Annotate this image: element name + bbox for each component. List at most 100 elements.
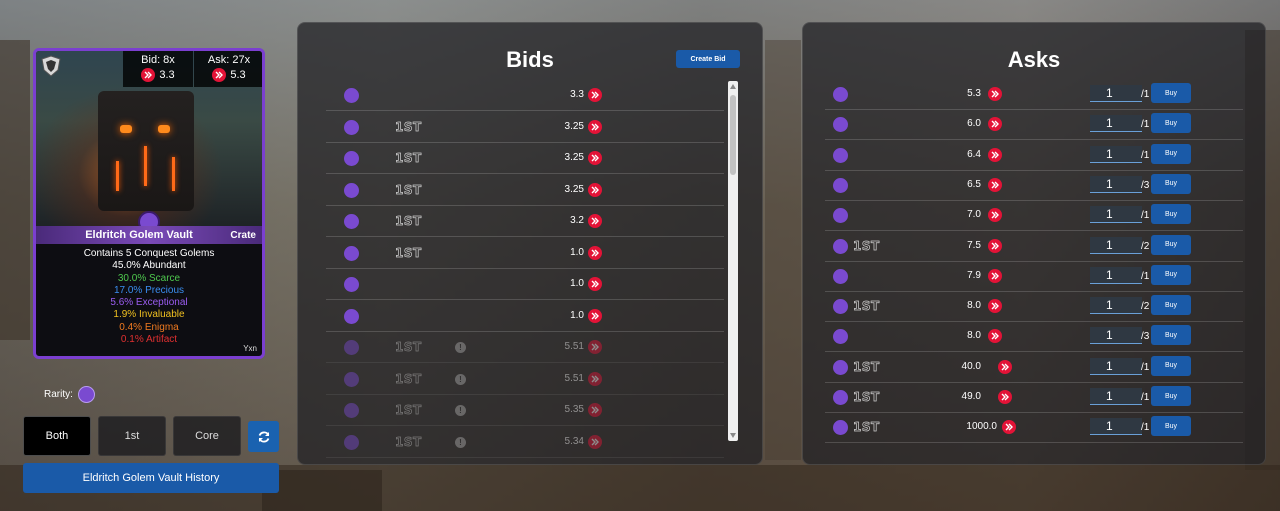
buy-button[interactable]: Buy bbox=[1151, 355, 1191, 376]
ask-row: 7.9 1/1 Buy bbox=[825, 261, 1243, 292]
bid-price: 5.51 bbox=[564, 372, 584, 384]
info-icon[interactable]: ! bbox=[455, 436, 466, 448]
odds-line: 0.1% Artifact bbox=[120, 334, 178, 346]
bid-price: 5.34 bbox=[564, 435, 584, 447]
quantity-available: /1 bbox=[1141, 119, 1150, 131]
bid-row[interactable]: 1.0 bbox=[326, 301, 724, 332]
quantity-input[interactable]: 1 bbox=[1090, 266, 1142, 284]
bid-row[interactable]: 1ST 3.25 bbox=[326, 112, 724, 143]
bid-row[interactable]: 1ST! 5.34 bbox=[326, 427, 724, 458]
bids-scrollbar[interactable] bbox=[728, 81, 738, 441]
rarity-dot bbox=[344, 308, 359, 324]
quantity-input[interactable]: 1 bbox=[1090, 357, 1142, 375]
hive-icon bbox=[588, 119, 602, 134]
buy-button[interactable]: Buy bbox=[1151, 386, 1191, 406]
bid-price: 3.25 bbox=[564, 152, 584, 163]
odds-line: 1.9% Invaluable bbox=[113, 309, 185, 321]
rarity-label: Rarity: bbox=[44, 389, 73, 400]
edition-badge: 1ST bbox=[395, 151, 422, 166]
quantity-input[interactable]: 1 bbox=[1090, 327, 1142, 345]
quantity-available: /3 bbox=[1141, 179, 1150, 191]
rarity-dot bbox=[833, 420, 848, 436]
buy-button[interactable]: Buy bbox=[1151, 295, 1191, 316]
quantity-input[interactable]: 1 bbox=[1090, 206, 1142, 224]
bid-row[interactable]: 1.0 bbox=[326, 269, 724, 300]
bid-row[interactable]: 1ST! 5.35 bbox=[326, 395, 724, 426]
bid-row[interactable]: 1ST 1.0 bbox=[326, 238, 724, 269]
edition-badge: 1ST bbox=[853, 299, 880, 314]
buy-button[interactable]: Buy bbox=[1151, 264, 1191, 285]
bid-count: Bid: 8x bbox=[141, 54, 175, 66]
quantity-input[interactable]: 1 bbox=[1090, 418, 1142, 436]
hive-icon bbox=[988, 208, 1002, 223]
buy-button[interactable]: Buy bbox=[1151, 83, 1191, 103]
bid-row[interactable]: 1ST 3.25 bbox=[326, 175, 724, 206]
ask-count: Ask: 27x bbox=[207, 54, 251, 66]
bid-row[interactable]: 1ST! 5.51 bbox=[326, 364, 724, 395]
bid-row[interactable]: 3.3 bbox=[326, 80, 724, 111]
quantity-input[interactable]: 1 bbox=[1090, 115, 1142, 133]
quantity-input[interactable]: 1 bbox=[1090, 297, 1142, 315]
rarity-dot bbox=[833, 147, 848, 163]
quantity-input[interactable]: 1 bbox=[1090, 236, 1142, 254]
quantity-available: /2 bbox=[1141, 301, 1150, 313]
rarity-dot bbox=[833, 329, 848, 345]
refresh-button[interactable] bbox=[248, 421, 279, 452]
edition-badge: 1ST bbox=[395, 340, 422, 355]
filter-first-button[interactable]: 1st bbox=[98, 416, 166, 456]
buy-button[interactable]: Buy bbox=[1151, 113, 1191, 134]
bid-price: 3.3 bbox=[159, 69, 175, 81]
ask-price: 7.5 bbox=[967, 239, 981, 251]
rarity-filter[interactable] bbox=[78, 386, 95, 403]
edition-badge: 1ST bbox=[853, 390, 880, 405]
buy-button[interactable]: Buy bbox=[1151, 143, 1191, 164]
quantity-input[interactable]: 1 bbox=[1090, 175, 1142, 193]
bid-price: 1.0 bbox=[570, 246, 584, 258]
scroll-down-icon[interactable] bbox=[730, 433, 736, 438]
asks-title: Asks bbox=[1007, 47, 1061, 72]
bid-row[interactable]: 1ST 3.25 bbox=[326, 143, 724, 174]
filter-core-button[interactable]: Core bbox=[173, 416, 241, 456]
quantity-available: /1 bbox=[1141, 422, 1150, 434]
info-icon[interactable]: ! bbox=[455, 405, 466, 416]
info-icon[interactable]: ! bbox=[455, 373, 466, 385]
quantity-available: /1 bbox=[1141, 89, 1150, 100]
edition-badge: 1ST bbox=[853, 420, 880, 435]
buy-button[interactable]: Buy bbox=[1151, 173, 1191, 194]
bid-price: 3.25 bbox=[564, 120, 584, 132]
ask-row: 7.0 1/1 Buy bbox=[825, 200, 1243, 232]
rarity-dot bbox=[344, 371, 359, 387]
rarity-dot bbox=[344, 119, 359, 135]
history-button[interactable]: Eldritch Golem Vault History bbox=[23, 463, 279, 493]
buy-button[interactable]: Buy bbox=[1151, 416, 1191, 437]
hive-icon bbox=[588, 277, 602, 291]
bid-price: 3.3 bbox=[570, 89, 584, 100]
hive-icon bbox=[1002, 420, 1016, 435]
buy-button[interactable]: Buy bbox=[1151, 234, 1191, 255]
quantity-input[interactable]: 1 bbox=[1090, 145, 1142, 163]
filter-both-button[interactable]: Both bbox=[23, 416, 91, 456]
rarity-dot bbox=[833, 208, 848, 224]
hive-icon bbox=[588, 403, 602, 417]
ask-price: 8.0 bbox=[967, 330, 981, 342]
create-bid-button[interactable]: Create Bid bbox=[676, 50, 740, 68]
card-contents: Contains 5 Conquest Golems bbox=[83, 248, 215, 259]
scroll-up-icon[interactable] bbox=[730, 84, 736, 89]
quantity-input[interactable]: 1 bbox=[1090, 85, 1142, 102]
rarity-dot bbox=[833, 117, 848, 133]
hive-icon bbox=[588, 214, 602, 228]
bid-row[interactable]: 1ST! 5.51 bbox=[326, 332, 724, 363]
rarity-dot bbox=[344, 245, 359, 261]
scroll-thumb[interactable] bbox=[730, 95, 736, 175]
rarity-dot bbox=[344, 340, 359, 355]
buy-button[interactable]: Buy bbox=[1151, 325, 1191, 346]
hive-icon bbox=[988, 238, 1002, 253]
info-icon[interactable]: ! bbox=[455, 342, 466, 353]
edition-badge: 1ST bbox=[853, 238, 880, 253]
ask-row: 8.0 1/3 Buy bbox=[825, 321, 1243, 353]
quantity-input[interactable]: 1 bbox=[1090, 388, 1142, 405]
ask-price: 40.0 bbox=[961, 360, 981, 372]
rarity-dot bbox=[833, 177, 848, 193]
buy-button[interactable]: Buy bbox=[1151, 204, 1191, 225]
bid-row[interactable]: 1ST 3.2 bbox=[326, 206, 724, 237]
